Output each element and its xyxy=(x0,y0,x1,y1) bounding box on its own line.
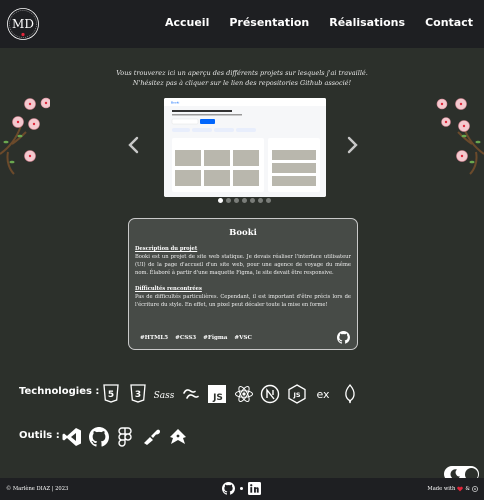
carousel-dot[interactable] xyxy=(234,198,239,203)
logo-text: MD xyxy=(12,17,34,31)
svg-text:5: 5 xyxy=(108,390,114,400)
carousel-dot[interactable] xyxy=(250,198,255,203)
nodejs-icon: JS xyxy=(287,384,307,404)
site-footer: © Marlène DIAZ | 2023 Made with & xyxy=(0,478,484,500)
tag: #Figma xyxy=(203,335,228,341)
mongodb-icon xyxy=(340,384,360,404)
html5-icon: 5 xyxy=(101,384,121,404)
tag: #CSS3 xyxy=(175,335,197,341)
vscode-icon xyxy=(62,427,82,447)
hoppscotch-icon xyxy=(168,427,188,447)
intro-line-1: Vous trouverez ici un aperçu des différe… xyxy=(116,69,368,77)
svg-text:ex: ex xyxy=(316,388,330,401)
carousel-prev-icon[interactable] xyxy=(127,136,141,154)
made-with-text: Made with xyxy=(427,486,456,492)
nav-realisations[interactable]: Réalisations xyxy=(329,16,405,29)
nav-presentation[interactable]: Présentation xyxy=(229,16,309,29)
react-icon xyxy=(234,384,254,404)
technologies-label: Technologies : xyxy=(19,386,100,397)
carousel-next-icon[interactable] xyxy=(345,136,359,154)
copyright: © Marlène DIAZ | 2023 xyxy=(6,486,69,492)
css3-icon: 3 xyxy=(128,384,148,404)
project-tags: #HTML5 #CSS3 #Figma #VSC xyxy=(140,335,252,341)
intro-text: Vous trouverez ici un aperçu des différe… xyxy=(0,68,484,88)
ampersand: & xyxy=(465,486,470,492)
carousel-slide-booki-screenshot[interactable]: Booki xyxy=(164,98,326,197)
javascript-icon: JS xyxy=(207,384,227,404)
carousel-dot[interactable] xyxy=(218,198,223,203)
difficulties-text: Pas de difficultés particulières. Cepend… xyxy=(135,293,351,308)
site-header: MD Accueil Présentation Réalisations Con… xyxy=(0,0,484,48)
svg-text:JS: JS xyxy=(212,393,223,403)
project-title: Booki xyxy=(229,228,257,238)
description-heading: Description du projet xyxy=(135,246,198,252)
svg-text:Booki: Booki xyxy=(171,101,179,105)
react-icon xyxy=(472,486,478,492)
separator-dot xyxy=(240,487,243,490)
carousel-dot[interactable] xyxy=(266,198,271,203)
express-icon: ex xyxy=(313,384,333,404)
nav-accueil[interactable]: Accueil xyxy=(165,16,209,29)
cherry-blossom-left-icon xyxy=(0,92,52,180)
tools-label: Outils : xyxy=(19,430,60,441)
tools-icons xyxy=(62,427,195,447)
tag: #VSC xyxy=(234,335,252,341)
made-with: Made with & xyxy=(427,486,478,492)
linkedin-icon[interactable] xyxy=(248,482,261,495)
tailwind-icon xyxy=(181,384,201,404)
main-nav: Accueil Présentation Réalisations Contac… xyxy=(165,16,473,29)
heart-icon xyxy=(457,486,464,492)
intro-line-2: N'hésitez pas à cliquer sur le lien des … xyxy=(132,79,352,87)
postman-icon xyxy=(142,427,162,447)
difficulties-heading: Difficultés rencontrées xyxy=(135,285,202,292)
github-repo-link-icon[interactable] xyxy=(337,329,350,344)
svg-text:3: 3 xyxy=(134,390,140,400)
figma-icon xyxy=(115,427,135,447)
footer-social-links xyxy=(222,482,261,495)
tag: #HTML5 xyxy=(140,335,169,341)
svg-text:JS: JS xyxy=(292,391,300,399)
carousel-dot[interactable] xyxy=(226,198,231,203)
description-text: Booki est un projet de site web statique… xyxy=(135,254,351,277)
carousel-dots xyxy=(218,198,271,203)
sass-icon: Sass xyxy=(154,384,174,404)
project-card: Booki Description du projet Booki est un… xyxy=(128,218,358,350)
nav-contact[interactable]: Contact xyxy=(425,16,473,29)
technologies-icons: 5 3 Sass JS JS ex xyxy=(101,384,366,404)
svg-text:Sass: Sass xyxy=(154,391,174,401)
carousel-dot[interactable] xyxy=(242,198,247,203)
github-icon[interactable] xyxy=(222,482,235,495)
cherry-blossom-right-icon xyxy=(434,92,484,180)
github-icon xyxy=(88,427,109,447)
logo[interactable]: MD xyxy=(6,7,40,41)
nextjs-icon xyxy=(260,384,280,404)
carousel-dot[interactable] xyxy=(258,198,263,203)
